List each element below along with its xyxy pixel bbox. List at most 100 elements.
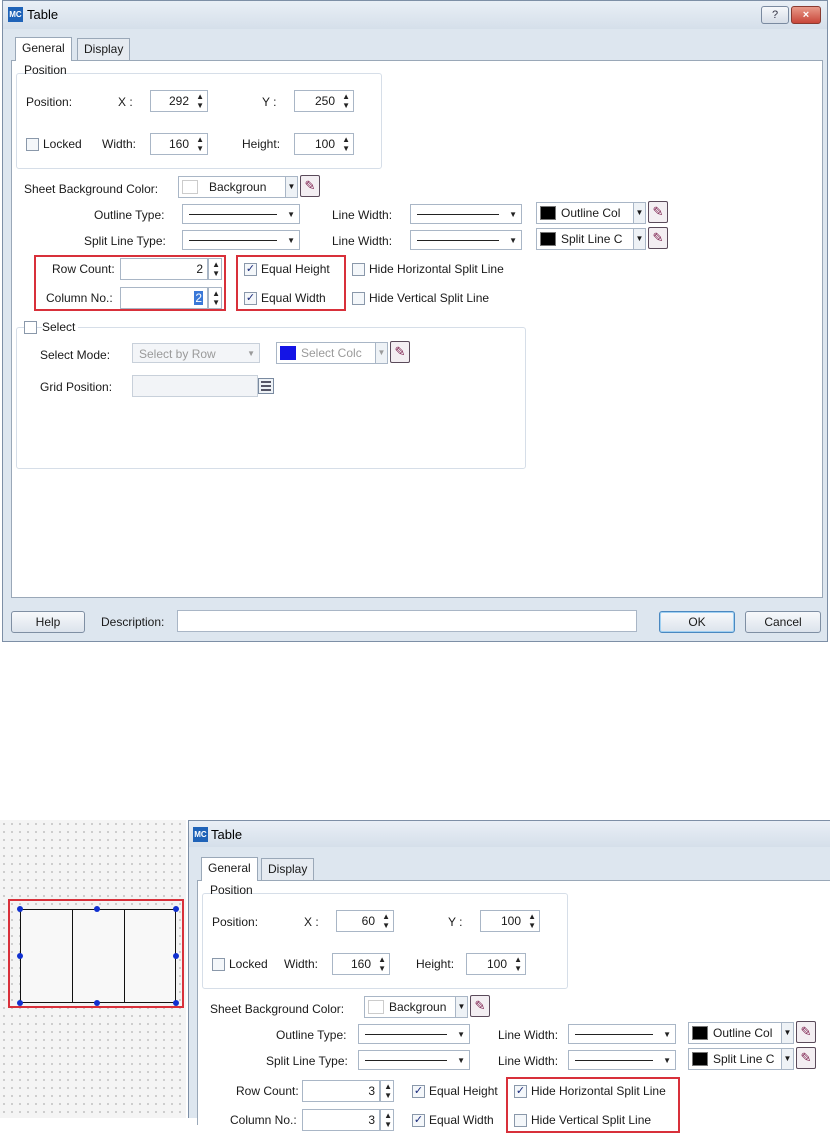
chevron-down-icon[interactable]: ▼ bbox=[781, 1023, 793, 1043]
spin-arrows-icon[interactable]: ▲ ▼ bbox=[528, 912, 536, 930]
spin-arrows-icon[interactable]: ▲ ▼ bbox=[196, 135, 204, 153]
split-color-combo[interactable]: Split Line C ▼ bbox=[688, 1048, 794, 1070]
spin-arrows-icon[interactable]: ▲ ▼ bbox=[212, 289, 220, 307]
title-bar[interactable]: MC Table bbox=[189, 821, 830, 847]
outline-type-combo[interactable]: ▼ bbox=[182, 204, 300, 224]
equal-height-checkbox[interactable]: ✓ bbox=[412, 1085, 425, 1098]
close-button[interactable]: × bbox=[791, 6, 821, 24]
chevron-down-icon[interactable]: ▼ bbox=[375, 343, 387, 363]
outline-color-combo[interactable]: Outline Col ▼ bbox=[536, 202, 646, 224]
chevron-down-icon[interactable]: ▼ bbox=[455, 997, 467, 1017]
grid-position-button[interactable] bbox=[258, 378, 274, 394]
resize-handle[interactable] bbox=[94, 906, 100, 912]
spin-arrows-icon[interactable]: ▲ ▼ bbox=[384, 1111, 392, 1129]
row-count-stepper[interactable]: ▲ ▼ bbox=[208, 258, 222, 280]
split-line-width-combo[interactable]: ▼ bbox=[410, 230, 522, 250]
color-picker-icon[interactable]: ✎ bbox=[470, 995, 490, 1017]
spin-arrows-icon[interactable]: ▲ ▼ bbox=[382, 912, 390, 930]
y-spinbox[interactable]: 100 ▲ ▼ bbox=[480, 910, 540, 932]
help-title-button[interactable]: ? bbox=[761, 6, 789, 24]
help-button[interactable]: Help bbox=[11, 611, 85, 633]
chevron-down-icon[interactable]: ▼ bbox=[781, 1049, 793, 1069]
design-canvas[interactable] bbox=[0, 820, 186, 1118]
column-no-input[interactable]: 3 bbox=[302, 1109, 380, 1131]
equal-width-checkbox[interactable]: ✓ bbox=[412, 1114, 425, 1127]
outline-color-combo[interactable]: Outline Col ▼ bbox=[688, 1022, 794, 1044]
resize-handle[interactable] bbox=[173, 1000, 179, 1006]
table-dialog: MC Table ? × General Display Position Po… bbox=[2, 0, 828, 642]
row-count-input[interactable]: 2 bbox=[120, 258, 208, 280]
ok-button[interactable]: OK bbox=[659, 611, 735, 633]
resize-handle[interactable] bbox=[173, 953, 179, 959]
select-mode-combo[interactable]: Select by Row ▼ bbox=[132, 343, 260, 363]
chevron-down-icon[interactable]: ▼ bbox=[633, 203, 645, 223]
cancel-button[interactable]: Cancel bbox=[745, 611, 821, 633]
spin-arrows-icon[interactable]: ▲ ▼ bbox=[378, 955, 386, 973]
hide-horizontal-checkbox[interactable] bbox=[352, 263, 365, 276]
spin-arrows-icon[interactable]: ▲ ▼ bbox=[342, 92, 350, 110]
tab-display[interactable]: Display bbox=[261, 858, 315, 880]
select-mode-value: Select by Row bbox=[139, 347, 216, 361]
equal-width-checkbox[interactable]: ✓ bbox=[244, 292, 257, 305]
width-label: Width: bbox=[102, 137, 137, 151]
table-preview[interactable] bbox=[20, 909, 176, 1003]
split-line-type-label: Split Line Type: bbox=[266, 1054, 348, 1068]
row-count-stepper[interactable]: ▲ ▼ bbox=[380, 1080, 394, 1102]
locked-checkbox[interactable] bbox=[212, 958, 225, 971]
sheet-bg-color-combo[interactable]: Backgroun ▼ bbox=[178, 176, 298, 198]
width-spinbox[interactable]: 160 ▲ ▼ bbox=[332, 953, 390, 975]
locked-checkbox[interactable] bbox=[26, 138, 39, 151]
color-picker-icon[interactable]: ✎ bbox=[796, 1021, 816, 1043]
equal-height-checkbox[interactable]: ✓ bbox=[244, 263, 257, 276]
chevron-down-icon[interactable]: ▼ bbox=[633, 229, 645, 249]
row-count-label: Row Count: bbox=[52, 262, 115, 276]
row-count-input[interactable]: 3 bbox=[302, 1080, 380, 1102]
color-picker-icon[interactable]: ✎ bbox=[648, 201, 668, 223]
select-mode-label: Select Mode: bbox=[40, 348, 111, 362]
grid-position-input[interactable] bbox=[132, 375, 258, 397]
sheet-bg-color-combo[interactable]: Backgroun ▼ bbox=[364, 996, 468, 1018]
color-picker-icon[interactable]: ✎ bbox=[390, 341, 410, 363]
column-no-value: 2 bbox=[194, 291, 203, 305]
tab-general[interactable]: General bbox=[15, 37, 72, 61]
select-checkbox[interactable] bbox=[24, 321, 37, 334]
height-spinbox[interactable]: 100 ▲ ▼ bbox=[294, 133, 354, 155]
outline-type-combo[interactable]: ▼ bbox=[358, 1024, 470, 1044]
column-no-stepper[interactable]: ▲ ▼ bbox=[208, 287, 222, 309]
select-color-combo[interactable]: Select Colc ▼ bbox=[276, 342, 388, 364]
resize-handle[interactable] bbox=[94, 1000, 100, 1006]
y-spinbox[interactable]: 250 ▲ ▼ bbox=[294, 90, 354, 112]
resize-handle[interactable] bbox=[17, 906, 23, 912]
spin-arrows-icon[interactable]: ▲ ▼ bbox=[514, 955, 522, 973]
x-spinbox[interactable]: 292 ▲ ▼ bbox=[150, 90, 208, 112]
hide-vertical-checkbox[interactable] bbox=[352, 292, 365, 305]
spin-arrows-icon[interactable]: ▲ ▼ bbox=[384, 1082, 392, 1100]
resize-handle[interactable] bbox=[173, 906, 179, 912]
hide-horizontal-checkbox[interactable]: ✓ bbox=[514, 1085, 527, 1098]
hide-vertical-checkbox[interactable] bbox=[514, 1114, 527, 1127]
split-color-combo[interactable]: Split Line C ▼ bbox=[536, 228, 646, 250]
split-line-type-combo[interactable]: ▼ bbox=[358, 1050, 470, 1070]
spin-arrows-icon[interactable]: ▲ ▼ bbox=[196, 92, 204, 110]
split-line-width-combo[interactable]: ▼ bbox=[568, 1050, 676, 1070]
split-line-type-combo[interactable]: ▼ bbox=[182, 230, 300, 250]
color-picker-icon[interactable]: ✎ bbox=[300, 175, 320, 197]
title-bar[interactable]: MC Table ? × bbox=[3, 1, 827, 29]
color-picker-icon[interactable]: ✎ bbox=[796, 1047, 816, 1069]
chevron-down-icon[interactable]: ▼ bbox=[285, 177, 297, 197]
resize-handle[interactable] bbox=[17, 953, 23, 959]
spin-arrows-icon[interactable]: ▲ ▼ bbox=[342, 135, 350, 153]
spin-arrows-icon[interactable]: ▲ ▼ bbox=[212, 260, 220, 278]
column-no-stepper[interactable]: ▲ ▼ bbox=[380, 1109, 394, 1131]
description-input[interactable] bbox=[177, 610, 637, 632]
height-spinbox[interactable]: 100 ▲ ▼ bbox=[466, 953, 526, 975]
outline-line-width-combo[interactable]: ▼ bbox=[410, 204, 522, 224]
width-spinbox[interactable]: 160 ▲ ▼ bbox=[150, 133, 208, 155]
outline-line-width-combo[interactable]: ▼ bbox=[568, 1024, 676, 1044]
color-picker-icon[interactable]: ✎ bbox=[648, 227, 668, 249]
column-no-input[interactable]: 2 bbox=[120, 287, 208, 309]
tab-display[interactable]: Display bbox=[77, 38, 131, 60]
tab-general[interactable]: General bbox=[201, 857, 258, 881]
x-spinbox[interactable]: 60 ▲ ▼ bbox=[336, 910, 394, 932]
resize-handle[interactable] bbox=[17, 1000, 23, 1006]
